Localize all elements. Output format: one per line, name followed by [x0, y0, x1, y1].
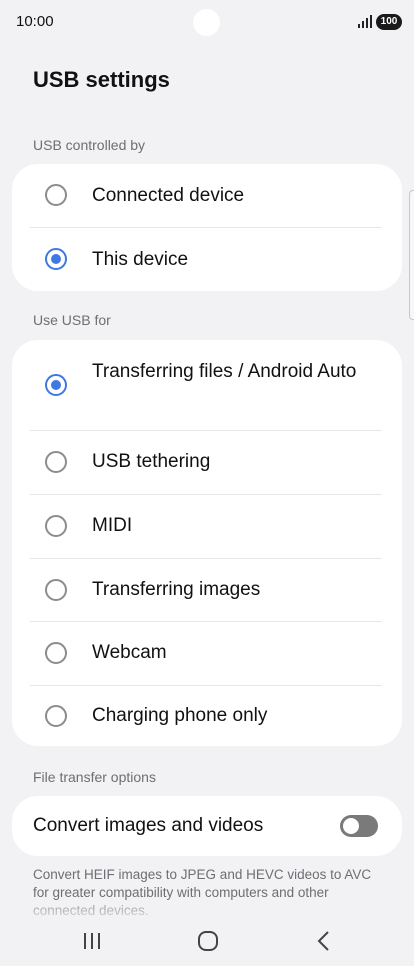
option-transferring-files[interactable]: Transferring files / Android Auto [12, 340, 402, 430]
radio-usb-tethering[interactable] [45, 451, 67, 473]
radio-transferring-files[interactable] [45, 374, 67, 396]
status-bar: 10:00 100 [0, 0, 414, 44]
convert-images-videos-label: Convert images and videos [33, 815, 264, 836]
back-icon[interactable] [309, 926, 339, 956]
recents-icon[interactable] [77, 926, 107, 956]
radio-this-device[interactable] [45, 248, 67, 270]
option-label: USB tethering [92, 451, 211, 472]
option-connected-device[interactable]: Connected device [12, 164, 402, 227]
section-header-file-transfer-options: File transfer options [33, 769, 156, 785]
convert-images-videos-row[interactable]: Convert images and videos [12, 796, 402, 856]
option-label: Webcam [92, 642, 167, 663]
status-time: 10:00 [16, 13, 54, 30]
radio-connected-device[interactable] [45, 184, 67, 206]
usb-controlled-by-card: Connected device This device [12, 164, 402, 291]
option-label: Transferring images [92, 579, 261, 600]
option-usb-tethering[interactable]: USB tethering [12, 431, 402, 494]
camera-cutout [193, 9, 220, 36]
option-label: Connected device [92, 185, 245, 206]
use-usb-for-card: Transferring files / Android Auto USB te… [12, 340, 402, 746]
page-title: USB settings [33, 67, 170, 92]
convert-toggle[interactable] [340, 815, 378, 837]
scroll-indicator[interactable] [409, 190, 414, 320]
radio-charging-phone-only[interactable] [45, 705, 67, 727]
signal-icon [358, 15, 372, 28]
battery-icon: 100 [376, 14, 402, 30]
option-label: MIDI [92, 515, 133, 536]
section-header-usb-controlled-by: USB controlled by [33, 137, 146, 153]
radio-webcam[interactable] [45, 642, 67, 664]
option-webcam[interactable]: Webcam [12, 622, 402, 685]
option-transferring-images[interactable]: Transferring images [12, 559, 402, 622]
navigation-bar [0, 918, 414, 966]
radio-transferring-images[interactable] [45, 579, 67, 601]
toggle-knob [343, 818, 359, 834]
section-header-use-usb-for: Use USB for [33, 312, 111, 328]
option-label: Transferring files / Android Auto [92, 361, 357, 382]
option-this-device[interactable]: This device [12, 228, 402, 291]
option-charging-phone-only[interactable]: Charging phone only [12, 686, 402, 746]
option-label: Charging phone only [92, 705, 268, 726]
home-icon[interactable] [193, 926, 223, 956]
option-label: This device [92, 249, 189, 270]
option-midi[interactable]: MIDI [12, 495, 402, 558]
radio-midi[interactable] [45, 515, 67, 537]
